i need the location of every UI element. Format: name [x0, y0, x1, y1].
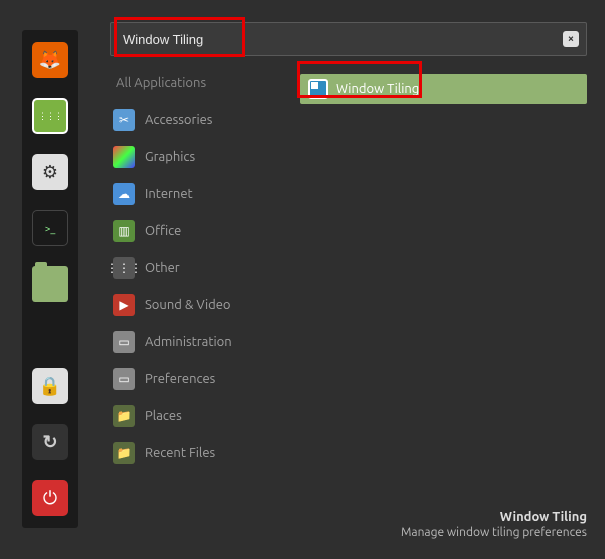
apps-icon[interactable]: ⋮⋮⋮: [32, 98, 68, 134]
cat-internet[interactable]: ☁ Internet: [110, 181, 270, 207]
logout-icon[interactable]: ↻: [32, 424, 68, 460]
cat-graphics-icon: [113, 146, 135, 168]
cat-places-icon: 📁: [113, 405, 135, 427]
files-icon[interactable]: [32, 266, 68, 302]
cat-office[interactable]: ▥ Office: [110, 218, 270, 244]
cat-recent-icon: 📁: [113, 442, 135, 464]
cat-preferences-icon: ▭: [113, 368, 135, 390]
category-label: Preferences: [145, 372, 215, 386]
cat-sound-video[interactable]: ▶ Sound & Video: [110, 292, 270, 318]
cat-other-icon: ⋮⋮⋮: [113, 257, 135, 279]
menu-columns: All Applications ✂ Accessories Graphics ☁ Int…: [110, 74, 587, 466]
cat-administration[interactable]: ▭ Administration: [110, 329, 270, 355]
tooltip-desc: Manage window tiling preferences: [401, 526, 587, 539]
cat-accessories-icon: ✂: [113, 109, 135, 131]
tooltip-title: Window Tiling: [401, 510, 587, 524]
cat-administration-icon: ▭: [113, 331, 135, 353]
result-label: Window Tiling: [336, 82, 419, 96]
cat-accessories[interactable]: ✂ Accessories: [110, 107, 270, 133]
lock-icon[interactable]: 🔒: [32, 368, 68, 404]
cat-graphics[interactable]: Graphics: [110, 144, 270, 170]
power-icon[interactable]: ⏻: [32, 480, 68, 516]
category-label: All Applications: [116, 76, 206, 90]
cat-preferences[interactable]: ▭ Preferences: [110, 366, 270, 392]
window-tiling-icon: [308, 79, 328, 99]
terminal-icon[interactable]: >_: [32, 210, 68, 246]
categories-list: All Applications ✂ Accessories Graphics ☁ Int…: [110, 74, 270, 466]
category-label: Accessories: [145, 113, 212, 127]
category-label: Internet: [145, 187, 193, 201]
category-label: Administration: [145, 335, 232, 349]
cat-places[interactable]: 📁 Places: [110, 403, 270, 429]
favorites-sidebar: 🦊 ⋮⋮⋮ ⚙ >_ 🔒 ↻ ⏻: [22, 30, 78, 528]
menu-main: × All Applications ✂ Accessories Graphics ☁ I…: [110, 22, 587, 466]
cat-other[interactable]: ⋮⋮⋮ Other: [110, 255, 270, 281]
cat-recent[interactable]: 📁 Recent Files: [110, 440, 270, 466]
cat-sound-video-icon: ▶: [113, 294, 135, 316]
category-label: Sound & Video: [145, 298, 231, 312]
search-input[interactable]: [110, 22, 587, 56]
category-label: Other: [145, 261, 180, 275]
search-wrap: ×: [110, 22, 587, 56]
results-list: Window Tiling: [300, 74, 587, 466]
cat-internet-icon: ☁: [113, 183, 135, 205]
cat-all[interactable]: All Applications: [110, 74, 270, 92]
app-tooltip: Window Tiling Manage window tiling prefe…: [401, 510, 587, 539]
settings-icon[interactable]: ⚙: [32, 154, 68, 190]
result-window-tiling[interactable]: Window Tiling: [300, 74, 587, 104]
category-label: Graphics: [145, 150, 195, 164]
category-label: Places: [145, 409, 182, 423]
category-label: Recent Files: [145, 446, 215, 460]
clear-search-icon[interactable]: ×: [563, 31, 579, 47]
cat-office-icon: ▥: [113, 220, 135, 242]
firefox-icon[interactable]: 🦊: [32, 42, 68, 78]
category-label: Office: [145, 224, 181, 238]
